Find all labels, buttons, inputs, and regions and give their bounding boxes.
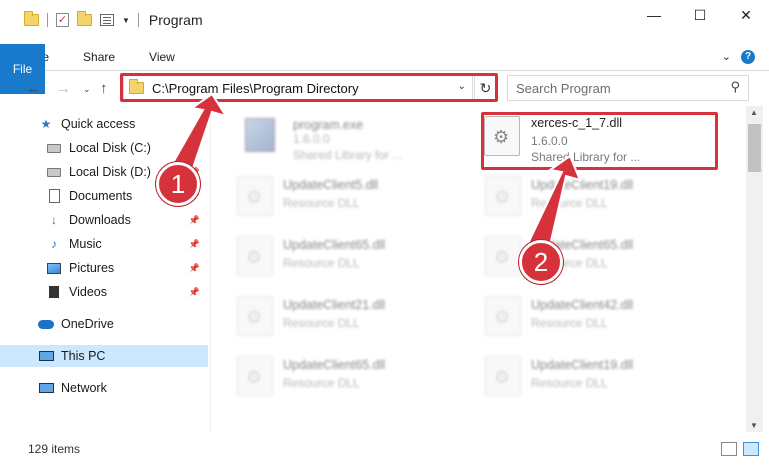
arrow-to-file [523,154,582,256]
step-1-badge: 1 [156,162,200,206]
step-number: 2 [533,246,549,277]
arrow-to-address-bar [168,92,229,169]
step-2-badge: 2 [519,240,563,284]
annotation-arrows [168,92,582,256]
step-number: 1 [170,168,186,199]
